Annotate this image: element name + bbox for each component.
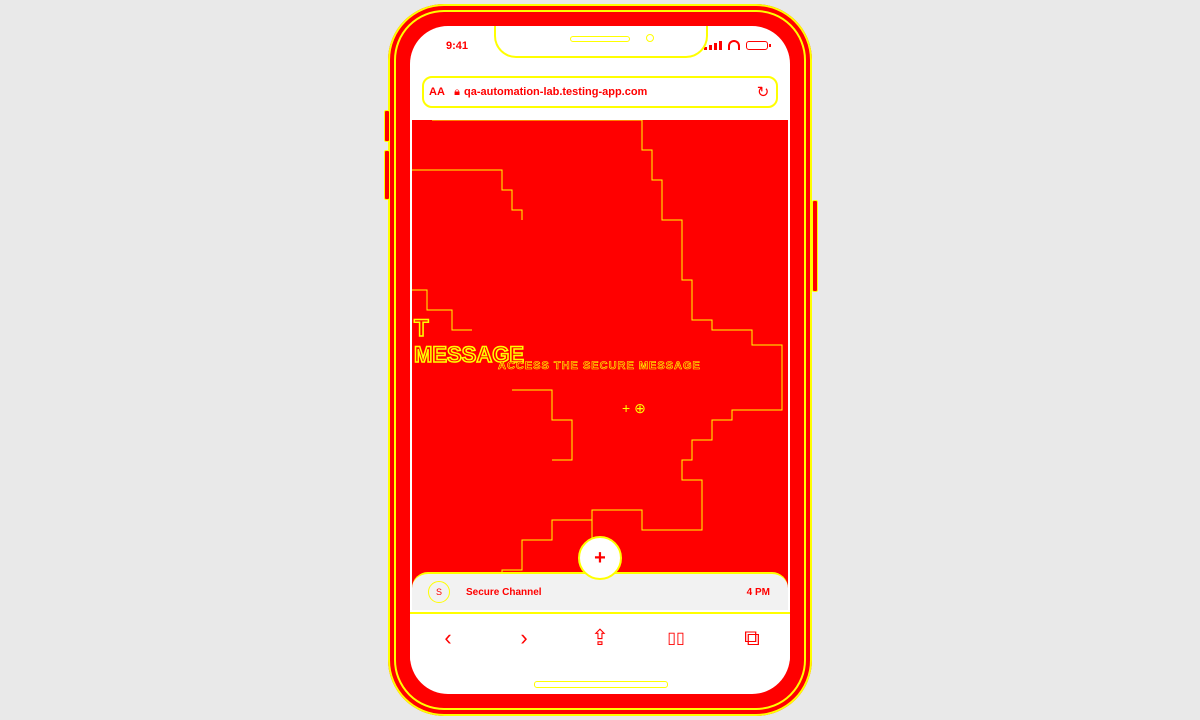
notch xyxy=(494,26,708,58)
speaker xyxy=(570,36,630,42)
hero-subtitle: ACCESS THE SECURE MESSAGE xyxy=(498,360,701,373)
mini-player-meta: 4 PM xyxy=(746,586,770,598)
hero-glyphs: + ⊕ xyxy=(622,400,646,416)
tabs-icon[interactable]: ⧉ xyxy=(732,625,772,651)
wifi-icon xyxy=(728,40,740,50)
side-button-left xyxy=(384,150,390,200)
hero-title-line1: T xyxy=(413,315,429,343)
mini-player-title: Secure Channel xyxy=(466,586,542,598)
home-indicator[interactable] xyxy=(534,681,668,688)
avatar: S xyxy=(428,581,450,603)
battery-icon xyxy=(746,40,771,50)
bookmarks-icon[interactable]: ▯▯ xyxy=(656,628,696,648)
side-button-right xyxy=(812,200,818,292)
forward-icon[interactable]: › xyxy=(504,625,544,651)
address-bar[interactable]: AA 🔒︎ qa-automation-lab.testing-app.com … xyxy=(422,76,778,108)
phone-screen: 9:41 AA 🔒︎ qa-automation-lab.testing-app… xyxy=(410,26,790,694)
lock-icon: 🔒︎ xyxy=(454,85,460,98)
browser-toolbar: ‹ › ⇪ ▯▯ ⧉ xyxy=(410,612,790,662)
web-content: T MESSAGE ACCESS THE SECURE MESSAGE + ⊕ xyxy=(412,120,788,600)
camera xyxy=(646,34,654,42)
text-size-button[interactable]: AA xyxy=(424,86,450,98)
side-button-left xyxy=(384,110,390,142)
reload-icon[interactable]: ↻ xyxy=(750,83,776,101)
back-icon[interactable]: ‹ xyxy=(428,625,468,651)
share-icon[interactable]: ⇪ xyxy=(580,625,620,651)
status-time: 9:41 xyxy=(446,40,469,52)
url-text[interactable]: qa-automation-lab.testing-app.com xyxy=(464,86,750,98)
add-button[interactable]: + xyxy=(578,536,622,580)
status-icons xyxy=(704,40,771,50)
